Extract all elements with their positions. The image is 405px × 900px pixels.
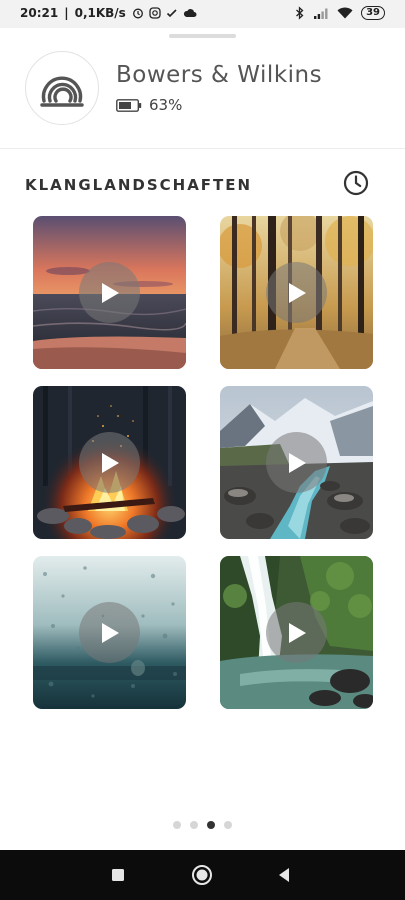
soundscape-rain-window[interactable] xyxy=(33,556,186,709)
back-triangle-icon xyxy=(279,868,289,882)
page-dot[interactable] xyxy=(173,821,181,829)
signal-icon xyxy=(314,8,328,19)
play-button[interactable] xyxy=(266,432,327,493)
play-icon xyxy=(288,452,306,473)
screen: 20:21 | 0,1KB/s 39 Bowers & Wilkins 63% … xyxy=(0,0,405,900)
play-icon xyxy=(101,282,119,303)
device-battery: 63% xyxy=(116,96,182,114)
soundscape-mountain-stream[interactable] xyxy=(220,386,373,539)
recents-square-icon xyxy=(112,869,124,881)
play-button[interactable] xyxy=(266,602,327,663)
wifi-icon xyxy=(337,7,353,19)
history-clock-icon[interactable] xyxy=(343,170,369,196)
page-indicator xyxy=(0,821,405,829)
device-name: Bowers & Wilkins xyxy=(116,62,323,88)
play-icon xyxy=(101,622,119,643)
soundscape-waterfall[interactable] xyxy=(220,556,373,709)
page-dot[interactable] xyxy=(224,821,232,829)
page-dot-active[interactable] xyxy=(207,821,215,829)
check-icon xyxy=(166,9,177,18)
status-bar: 20:21 | 0,1KB/s 39 xyxy=(0,0,405,28)
notification-icons xyxy=(132,7,197,19)
play-icon xyxy=(288,282,306,303)
cloud-icon xyxy=(183,9,197,17)
play-button[interactable] xyxy=(266,262,327,323)
alarm-icon xyxy=(132,8,143,19)
device-logo xyxy=(25,51,99,125)
recents-button[interactable] xyxy=(106,863,130,887)
bluetooth-icon xyxy=(296,6,304,20)
navigation-bar xyxy=(0,850,405,900)
play-icon xyxy=(101,452,119,473)
status-separator: | xyxy=(64,6,69,20)
play-icon xyxy=(288,622,306,643)
play-button[interactable] xyxy=(79,432,140,493)
home-button[interactable] xyxy=(190,863,214,887)
soundscape-grid xyxy=(33,216,373,709)
speaker-brand-icon xyxy=(40,76,84,107)
back-button[interactable] xyxy=(272,863,296,887)
battery-icon xyxy=(116,98,142,112)
device-header: Bowers & Wilkins 63% xyxy=(0,28,405,149)
status-time: 20:21 xyxy=(20,6,59,20)
home-circle-icon xyxy=(192,865,212,885)
status-left: 20:21 | 0,1KB/s xyxy=(20,6,197,20)
soundscape-sunset-beach[interactable] xyxy=(33,216,186,369)
device-battery-level: 63% xyxy=(149,96,183,114)
page-dot[interactable] xyxy=(190,821,198,829)
section-title: KLANGLANDSCHAFTEN xyxy=(25,176,253,194)
instagram-icon xyxy=(149,7,161,19)
soundscape-autumn-forest[interactable] xyxy=(220,216,373,369)
play-button[interactable] xyxy=(79,262,140,323)
status-speed: 0,1KB/s xyxy=(74,6,126,20)
play-button[interactable] xyxy=(79,602,140,663)
status-battery: 39 xyxy=(361,6,385,20)
bottom-sheet: Bowers & Wilkins 63% KLANGLANDSCHAFTEN xyxy=(0,28,405,850)
soundscape-campfire[interactable] xyxy=(33,386,186,539)
status-right: 39 xyxy=(295,6,385,20)
